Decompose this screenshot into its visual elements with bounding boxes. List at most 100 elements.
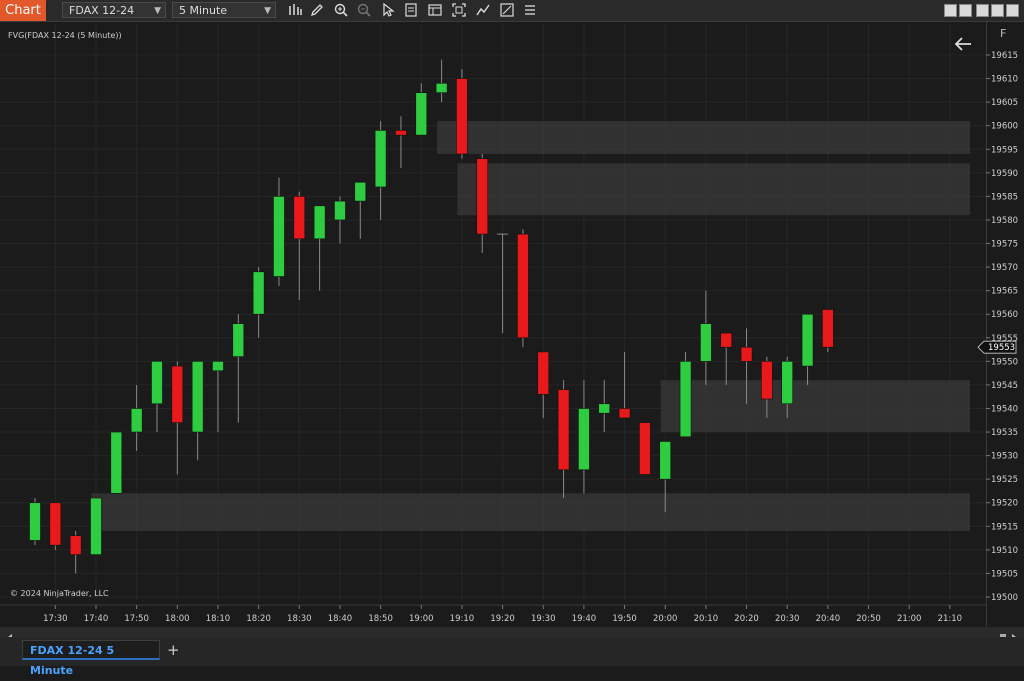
- fvg-zone: [437, 120, 971, 154]
- interval-selector[interactable]: 5 Minute ▼: [172, 2, 276, 18]
- strategy-icon[interactable]: [475, 2, 491, 18]
- candle: [29, 498, 41, 546]
- bar-type-icon[interactable]: [287, 2, 303, 18]
- candle-body: [130, 408, 143, 433]
- candle: [334, 196, 346, 244]
- candle: [191, 361, 204, 461]
- instrument-value: FDAX 12-24: [69, 4, 135, 17]
- candle-body: [700, 323, 712, 362]
- candle-body: [374, 130, 387, 188]
- candle-body: [29, 502, 41, 541]
- candlestick-chart[interactable]: [0, 22, 1024, 627]
- candle-body: [171, 365, 184, 423]
- candle-body: [720, 332, 733, 348]
- pointer-icon[interactable]: [380, 2, 396, 18]
- chart-toolbar: Chart FDAX 12-24 ▼ 5 Minute ▼: [0, 0, 1024, 22]
- candle: [557, 380, 570, 499]
- candle: [273, 177, 285, 286]
- arrow-left-icon[interactable]: [953, 35, 973, 53]
- candle: [578, 380, 590, 494]
- candle: [110, 431, 123, 494]
- fvg-zones: [91, 120, 971, 532]
- candle: [354, 181, 367, 239]
- candle: [822, 309, 834, 352]
- candle-body: [822, 309, 834, 348]
- candle-body: [395, 130, 407, 136]
- template-icon[interactable]: [427, 2, 443, 18]
- candle: [90, 497, 102, 555]
- copyright-text: © 2024 NinjaTrader, LLC: [10, 589, 109, 598]
- candle: [598, 380, 611, 433]
- candle: [801, 313, 814, 385]
- candle: [435, 59, 448, 103]
- candle-body: [476, 158, 489, 235]
- candle-body: [679, 361, 692, 438]
- candle-body: [557, 389, 570, 471]
- candle-body: [578, 408, 590, 471]
- misc-icon[interactable]: [522, 2, 538, 18]
- properties-icon[interactable]: [403, 2, 419, 18]
- window-right-icon[interactable]: [959, 4, 972, 17]
- maximize-icon[interactable]: [991, 4, 1004, 17]
- candle: [497, 233, 509, 334]
- candle: [700, 290, 712, 385]
- candle-body: [517, 233, 529, 339]
- candle: [171, 361, 184, 475]
- candle-body: [49, 502, 62, 546]
- chevron-down-icon: ▼: [264, 6, 271, 16]
- instrument-selector[interactable]: FDAX 12-24 ▼: [62, 2, 166, 18]
- window-left-icon[interactable]: [944, 4, 957, 17]
- candle-body: [781, 361, 794, 405]
- candle: [69, 531, 82, 574]
- candle-body: [354, 181, 367, 202]
- candle: [639, 422, 651, 475]
- candle-body: [618, 408, 631, 419]
- candle-body: [69, 535, 82, 555]
- candle-body: [639, 422, 651, 475]
- candle-body: [740, 346, 753, 362]
- candle-body: [801, 313, 814, 367]
- data-box-icon[interactable]: [499, 2, 515, 18]
- candle-body: [90, 497, 102, 555]
- candle-body: [252, 271, 265, 315]
- candle: [374, 120, 387, 220]
- candle-body: [435, 82, 448, 94]
- close-icon[interactable]: [1006, 4, 1019, 17]
- add-tab-button[interactable]: +: [167, 641, 180, 659]
- horizontal-scrollbar[interactable]: [0, 627, 1024, 641]
- fvg-zone: [457, 163, 970, 216]
- candle-body: [761, 361, 773, 400]
- candle-body: [110, 431, 123, 494]
- candle-body: [232, 323, 245, 357]
- fvg-zone: [91, 493, 971, 532]
- tab-fdax-5-minute[interactable]: FDAX 12-24 5 Minute: [22, 640, 160, 677]
- candle-body: [415, 92, 428, 136]
- candle-body: [313, 205, 326, 240]
- candle-body: [191, 361, 204, 433]
- candle: [232, 314, 245, 423]
- candle: [151, 361, 163, 433]
- candle: [252, 267, 265, 338]
- candle: [415, 83, 428, 136]
- app-label[interactable]: Chart: [0, 0, 46, 21]
- f-button[interactable]: F: [1000, 27, 1006, 40]
- interval-value: 5 Minute: [179, 4, 228, 17]
- screenshot-icon[interactable]: [451, 2, 467, 18]
- tab-bar: FDAX 12-24 5 Minute +: [0, 637, 1024, 677]
- candle: [679, 351, 692, 438]
- zoom-out-icon[interactable]: [356, 2, 372, 18]
- candle-body: [273, 196, 285, 277]
- price-axis[interactable]: [986, 22, 1024, 627]
- candle-body: [212, 361, 224, 372]
- candle: [395, 116, 407, 169]
- candle: [293, 191, 306, 301]
- candle-body: [293, 196, 306, 240]
- candle-body: [334, 200, 346, 221]
- candle: [517, 229, 529, 348]
- minimize-icon[interactable]: [976, 4, 989, 17]
- pencil-icon[interactable]: [309, 2, 325, 18]
- candle: [313, 205, 326, 291]
- zoom-in-icon[interactable]: [333, 2, 349, 18]
- candle-body: [659, 441, 672, 480]
- fvg-zone: [660, 380, 970, 433]
